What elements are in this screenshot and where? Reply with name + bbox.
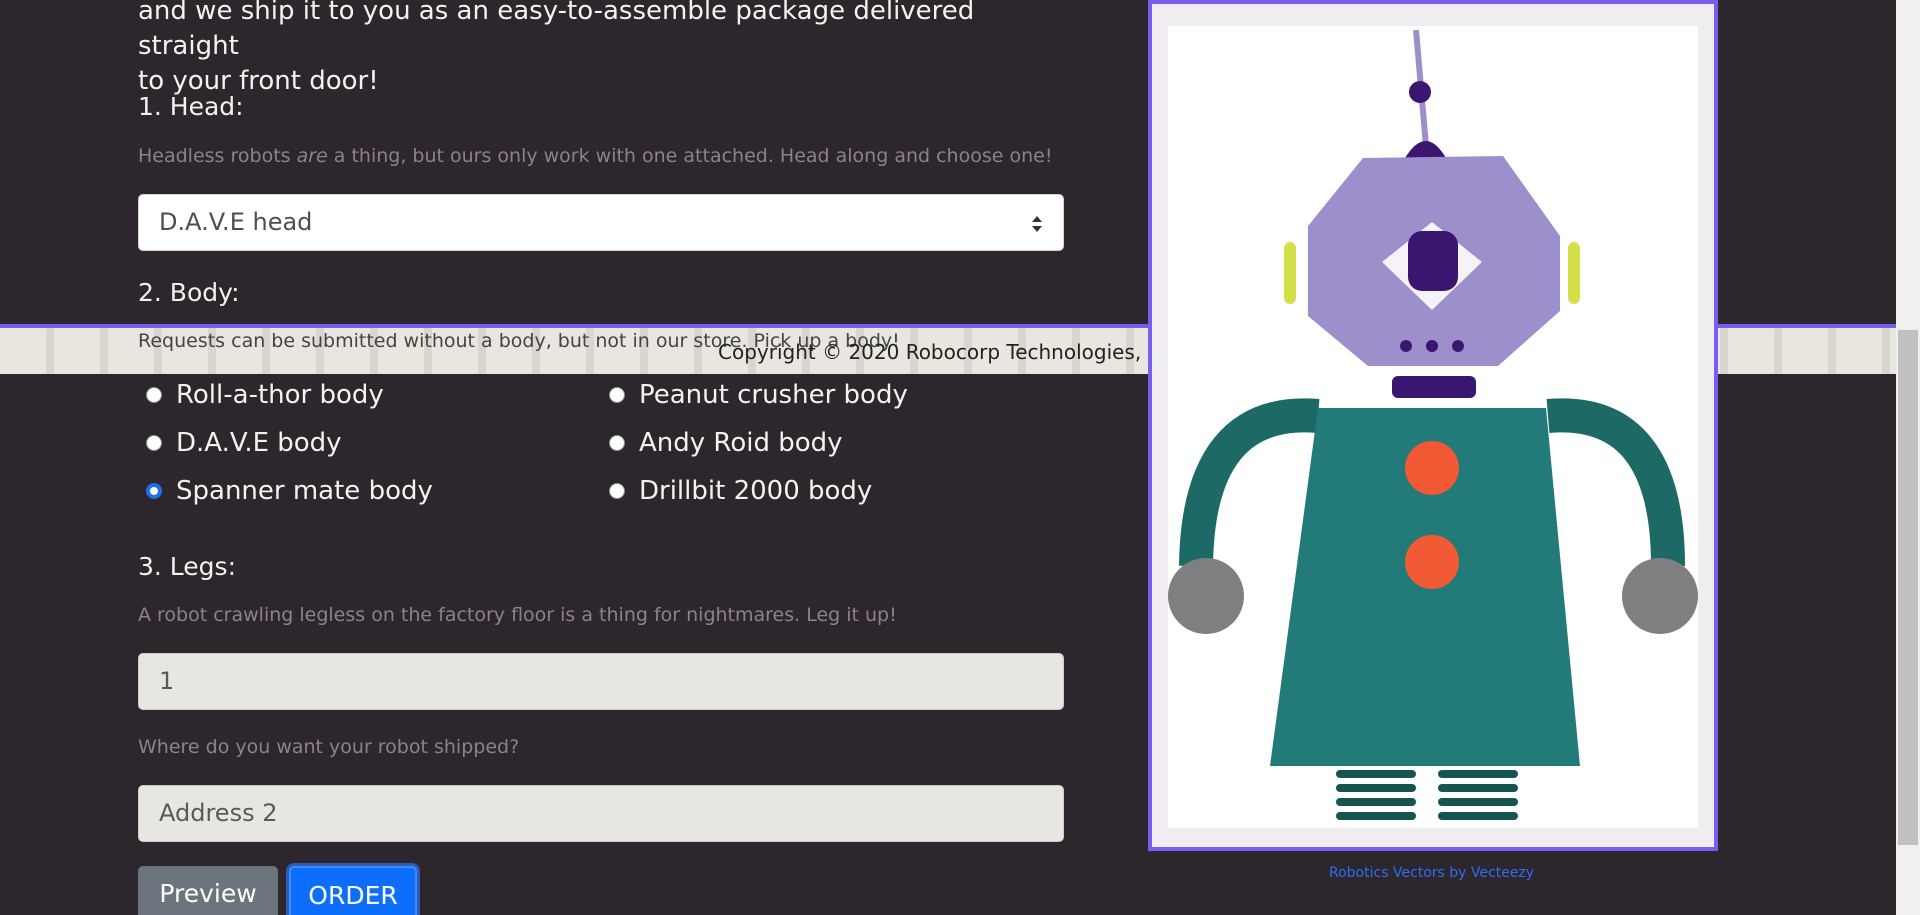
robot-antenna-base	[1405, 141, 1446, 158]
body-radio-drillbit-2000[interactable]: Drillbit 2000 body	[609, 476, 872, 506]
robot-ear-right	[1568, 242, 1580, 304]
body-title: 2. Body:	[138, 278, 240, 307]
robot-arm-left	[1179, 398, 1320, 567]
preview-button[interactable]: Preview	[138, 866, 278, 915]
body-radio-spanner-mate[interactable]: Spanner mate body	[146, 476, 433, 506]
radio-label: Spanner mate body	[176, 476, 433, 506]
radio-button[interactable]	[146, 435, 162, 451]
robot-dot	[1400, 340, 1412, 352]
robot-body-button	[1405, 535, 1459, 589]
robot-body-button	[1405, 441, 1459, 495]
head-help-em: are	[296, 145, 328, 167]
select-caret-icon	[1032, 216, 1042, 232]
legs-title: 3. Legs:	[138, 552, 236, 581]
robot-dot	[1426, 340, 1438, 352]
radio-label: D.A.V.E body	[176, 428, 342, 458]
robot-eye	[1408, 231, 1458, 291]
robot-hand-right	[1622, 558, 1698, 634]
robot-hand-left	[1168, 558, 1244, 634]
footer-copyright: Copyright © 2020 Robocorp Technologies, …	[718, 340, 1154, 364]
intro-line-1: and we ship it to you as an easy-to-asse…	[138, 0, 975, 61]
robot-preview-image	[1168, 26, 1698, 828]
page-scrollbar[interactable]	[1896, 0, 1920, 915]
radio-label: Andy Roid body	[639, 428, 843, 458]
intro-text: and we ship it to you as an easy-to-asse…	[138, 0, 1078, 99]
address-input-value: Address 2	[159, 799, 278, 827]
radio-button-checked[interactable]	[146, 483, 162, 499]
radio-button[interactable]	[609, 483, 625, 499]
radio-label: Roll-a-thor body	[176, 380, 384, 410]
robot-neck	[1392, 376, 1476, 398]
vecteezy-credit-link[interactable]: Robotics Vectors by Vecteezy	[1329, 865, 1534, 881]
body-radio-andy-roid[interactable]: Andy Roid body	[609, 428, 843, 458]
head-select[interactable]: D.A.V.E head	[138, 194, 1064, 251]
robot-preview-frame	[1148, 0, 1718, 851]
radio-button[interactable]	[609, 435, 625, 451]
radio-button[interactable]	[146, 387, 162, 403]
robot-ear-left	[1284, 242, 1296, 304]
radio-label: Peanut crusher body	[639, 380, 908, 410]
body-radio-roll-a-thor[interactable]: Roll-a-thor body	[146, 380, 384, 410]
robot-legs	[1336, 770, 1518, 820]
address-help: Where do you want your robot shipped?	[138, 736, 520, 758]
head-select-value: D.A.V.E head	[159, 208, 313, 236]
head-help-pre: Headless robots	[138, 145, 297, 167]
head-help-post: a thing, but ours only work with one att…	[327, 145, 1053, 167]
scrollbar-thumb[interactable]	[1898, 330, 1918, 845]
head-help: Headless robots are a thing, but ours on…	[138, 145, 1052, 167]
radio-label: Drillbit 2000 body	[639, 476, 873, 506]
legs-input[interactable]: 1	[138, 653, 1064, 710]
address-input[interactable]: Address 2	[138, 785, 1064, 842]
robot-dot	[1452, 340, 1464, 352]
body-radio-peanut-crusher[interactable]: Peanut crusher body	[609, 380, 908, 410]
radio-button[interactable]	[609, 387, 625, 403]
robot-illustration	[1168, 29, 1698, 820]
robot-arm-right	[1546, 398, 1685, 567]
head-title: 1. Head:	[138, 92, 244, 121]
intro-line-2: to your front door!	[138, 66, 379, 96]
legs-help: A robot crawling legless on the factory …	[138, 604, 897, 626]
body-radio-dave[interactable]: D.A.V.E body	[146, 428, 342, 458]
robot-antenna-knob	[1409, 81, 1431, 103]
legs-input-value: 1	[159, 667, 175, 695]
order-button[interactable]: ORDER	[289, 866, 417, 915]
